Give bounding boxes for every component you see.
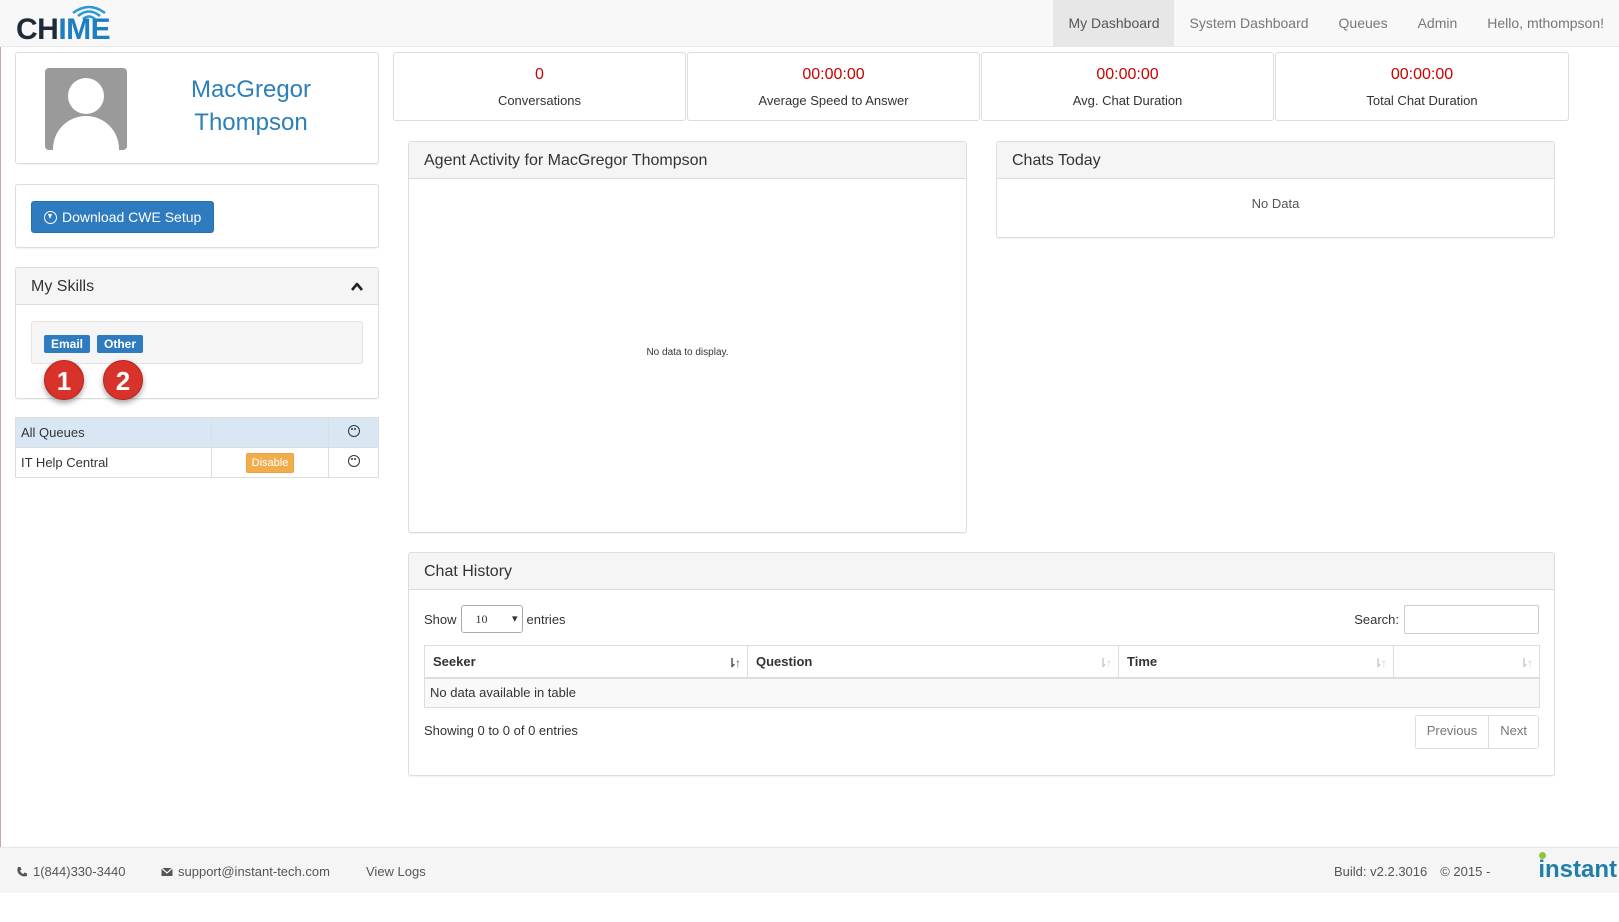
stat-total-chat-duration: 00:00:00 Total Chat Duration (1275, 52, 1569, 121)
column-header-seeker[interactable]: Seeker ⇂↑ (424, 645, 748, 679)
stat-value: 00:00:00 (1390, 66, 1454, 83)
agent-activity-empty: No data to display. (646, 347, 729, 358)
footer-build: Build: v2.2.3016 © 2015 - (1334, 864, 1490, 879)
my-skills-panel: My Skills Email Other 1 2 (15, 267, 379, 400)
chat-history-title: Chat History (409, 553, 1554, 590)
sort-icon: ⇂↑ (1372, 656, 1387, 670)
agent-activity-panel: Agent Activity for MacGregor Thompson No… (408, 141, 967, 533)
chat-history-table: Seeker ⇂↑ Question ⇂↑ Time ⇂↑ ⇂↑ No data av… (424, 645, 1540, 708)
user-silhouette-icon (45, 68, 127, 150)
nav-queues[interactable]: Queues (1324, 0, 1403, 47)
table-info: Showing 0 to 0 of 0 entries (424, 723, 578, 738)
queue-name: IT Help Central (15, 447, 212, 478)
main-nav: My Dashboard System Dashboard Queues Adm… (1053, 0, 1619, 47)
stat-avg-chat-duration: 00:00:00 Avg. Chat Duration (981, 52, 1274, 121)
stat-conversations: 0 Conversations (393, 52, 686, 121)
entries-label: entries (526, 611, 566, 627)
column-header-question[interactable]: Question ⇂↑ (747, 645, 1119, 679)
sort-icon: ⇂↑ (1097, 656, 1112, 670)
footer-phone-number: 1(844)330-3440 (33, 864, 126, 879)
annotation-marker-2: 2 (103, 360, 143, 400)
skill-tag-email[interactable]: Email (44, 335, 91, 353)
column-header-time[interactable]: Time ⇂↑ (1118, 645, 1394, 679)
profile-last-name: Thompson (194, 109, 308, 136)
envelope-icon (161, 867, 173, 876)
disable-queue-button[interactable]: Disable (245, 452, 295, 473)
queue-row-all[interactable]: All Queues (15, 417, 379, 448)
logo-wordmark: CHIME (16, 13, 111, 46)
profile-panel: MacGregor Thompson (15, 52, 379, 164)
nav-my-dashboard[interactable]: My Dashboard (1053, 0, 1175, 47)
chevron-up-icon[interactable] (351, 281, 363, 293)
skill-tag-other[interactable]: Other (97, 335, 144, 353)
chats-today-title: Chats Today (997, 142, 1554, 179)
queue-settings-icon[interactable] (347, 425, 360, 437)
chime-logo[interactable]: CHIME (16, 4, 116, 46)
show-label: Show (424, 611, 457, 627)
instant-logo[interactable]: instant (1538, 852, 1617, 885)
table-search: Search: (1354, 605, 1539, 634)
sort-asc-icon: ⇂↑ (726, 656, 741, 670)
queue-settings-icon[interactable] (347, 455, 360, 467)
search-label: Search: (1354, 612, 1399, 627)
search-input[interactable] (1404, 605, 1539, 634)
phone-icon (17, 866, 27, 876)
queue-table: All Queues IT Help Central Disable (15, 417, 379, 478)
annotation-marker-1: 1 (44, 360, 84, 400)
stat-label: Conversations (497, 93, 582, 108)
stat-value: 00:00:00 (1096, 66, 1159, 83)
nav-user-greeting[interactable]: Hello, mthompson! (1472, 0, 1619, 47)
page-length-control: Show 10 entries (424, 605, 566, 633)
queue-name: All Queues (15, 417, 212, 448)
build-version: Build: v2.2.3016 (1334, 864, 1428, 879)
next-page-button[interactable]: Next (1488, 716, 1538, 748)
profile-first-name: MacGregor (190, 76, 312, 103)
page-left-border (0, 47, 1, 847)
chats-today-empty: No Data (1251, 196, 1300, 211)
skills-well: Email Other (31, 321, 363, 364)
footer-phone[interactable]: 1(844)330-3440 (16, 864, 126, 879)
column-header-actions[interactable]: ⇂↑ (1393, 645, 1540, 679)
download-panel: Download CWE Setup (15, 184, 379, 248)
my-skills-heading[interactable]: My Skills (16, 268, 378, 305)
stat-label: Average Speed to Answer (758, 93, 909, 108)
queue-icon-cell (328, 447, 379, 478)
stat-label: Avg. Chat Duration (1072, 93, 1183, 108)
footer-email[interactable]: support@instant-tech.com (161, 864, 330, 879)
profile-name: MacGregor Thompson (166, 73, 336, 139)
table-row: No data available in table (424, 677, 1540, 708)
chat-history-panel: Chat History Show 10 entries Search: See… (408, 552, 1555, 776)
chats-today-panel: Chats Today No Data (996, 141, 1555, 238)
queue-action-cell (211, 417, 329, 448)
footer-email-address: support@instant-tech.com (178, 864, 330, 879)
table-empty-message: No data available in table (424, 677, 1540, 708)
view-logs-link[interactable]: View Logs (366, 864, 426, 879)
top-navbar: CHIME My Dashboard System Dashboard Queu… (0, 0, 1619, 47)
pagination: Previous Next (1414, 715, 1539, 749)
page-size-select[interactable]: 10 (460, 605, 523, 633)
sort-icon: ⇂↑ (1518, 656, 1533, 670)
queue-action-cell: Disable (211, 447, 329, 478)
previous-page-button[interactable]: Previous (1415, 716, 1489, 748)
queue-icon-cell (328, 417, 379, 448)
nav-system-dashboard[interactable]: System Dashboard (1174, 0, 1323, 47)
stat-label: Total Chat Duration (1366, 93, 1478, 108)
my-skills-title: My Skills (31, 278, 95, 295)
download-cwe-setup-button[interactable]: Download CWE Setup (31, 201, 215, 233)
table-header-row: Seeker ⇂↑ Question ⇂↑ Time ⇂↑ ⇂↑ (424, 645, 1540, 679)
download-circle-icon (44, 210, 57, 224)
stat-value: 0 (535, 66, 544, 83)
footer: 1(844)330-3440 support@instant-tech.com … (0, 847, 1619, 893)
agent-activity-title: Agent Activity for MacGregor Thompson (409, 142, 966, 179)
nav-admin[interactable]: Admin (1403, 0, 1473, 47)
stat-avg-speed-answer: 00:00:00 Average Speed to Answer (687, 52, 980, 121)
stat-value: 00:00:00 (802, 66, 865, 83)
copyright: © 2015 - (1440, 864, 1491, 879)
download-button-label: Download CWE Setup (62, 209, 202, 225)
queue-row-it-help[interactable]: IT Help Central Disable (15, 447, 379, 478)
page-bottom-area (0, 893, 1619, 922)
